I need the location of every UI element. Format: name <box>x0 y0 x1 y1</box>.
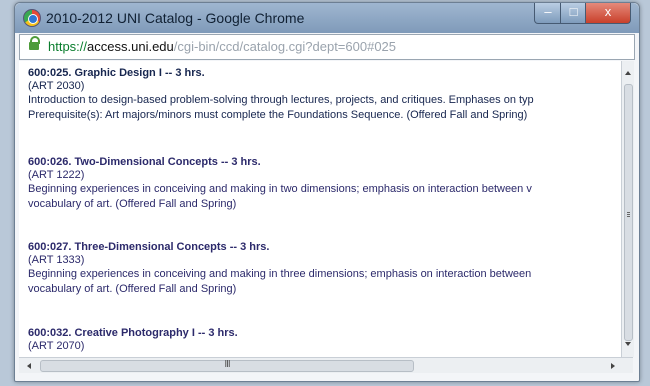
course-description-line: vocabulary of art. (Offered Fall and Spr… <box>28 283 237 295</box>
browser-window: 2010-2012 UNI Catalog - Google Chrome – … <box>14 2 640 382</box>
url-scheme: https:// <box>48 39 88 54</box>
horizontal-scroll-thumb[interactable]: III <box>40 359 414 372</box>
course-code: (ART 2070) <box>28 340 85 352</box>
scroll-up-icon[interactable] <box>625 71 631 75</box>
course-description-line: Beginning experiences in conceiving and … <box>28 268 532 280</box>
course-entry: 600:026. Two-Dimensional Concepts -- 3 h… <box>28 156 616 211</box>
close-button[interactable]: x <box>585 3 631 24</box>
course-description-line: Prerequisite(s): Art majors/minors must … <box>28 109 528 121</box>
scroll-left-icon[interactable] <box>27 363 31 369</box>
address-bar[interactable]: https://access.uni.edu/cgi-bin/ccd/catal… <box>19 34 635 60</box>
lock-icon <box>29 36 40 50</box>
scroll-down-icon[interactable] <box>625 342 631 346</box>
url-host: access.uni.edu <box>87 39 174 54</box>
chrome-logo-icon <box>23 9 41 27</box>
vertical-scroll-thumb[interactable] <box>624 84 633 341</box>
course-title: 600:027. Three-Dimensional Concepts -- 3… <box>28 241 270 253</box>
scroll-right-icon[interactable] <box>611 363 615 369</box>
course-description-line: vocabulary of art. (Offered Fall and Spr… <box>28 198 237 210</box>
course-code: (ART 1333) <box>28 254 85 266</box>
minimize-button[interactable]: – <box>534 3 562 24</box>
course-entry: 600:032. Creative Photography I -- 3 hrs… <box>28 327 616 352</box>
course-code: (ART 1222) <box>28 169 85 181</box>
course-title: 600:026. Two-Dimensional Concepts -- 3 h… <box>28 156 261 168</box>
url-text[interactable]: https://access.uni.edu/cgi-bin/ccd/catal… <box>48 39 396 54</box>
horizontal-scrollbar[interactable]: III <box>19 357 633 373</box>
window-title: 2010-2012 UNI Catalog - Google Chrome <box>46 10 305 26</box>
course-title: 600:025. Graphic Design I -- 3 hrs. <box>28 67 205 79</box>
vertical-scrollbar[interactable] <box>621 61 634 357</box>
course-entry: 600:027. Three-Dimensional Concepts -- 3… <box>28 241 616 296</box>
course-description-line: Introduction to design-based problem-sol… <box>28 94 534 106</box>
maximize-button[interactable]: □ <box>560 3 587 24</box>
scroll-grip-icon: III <box>224 359 230 370</box>
page-content: 600:025. Graphic Design I -- 3 hrs. (ART… <box>19 61 621 357</box>
title-bar[interactable]: 2010-2012 UNI Catalog - Google Chrome – … <box>15 3 639 33</box>
course-title: 600:032. Creative Photography I -- 3 hrs… <box>28 327 238 339</box>
course-entry: 600:025. Graphic Design I -- 3 hrs. (ART… <box>28 67 616 122</box>
course-code: (ART 2030) <box>28 80 85 92</box>
course-description-line: Beginning experiences in conceiving and … <box>28 183 532 195</box>
url-path: /cgi-bin/ccd/catalog.cgi?dept=600#025 <box>173 39 397 54</box>
